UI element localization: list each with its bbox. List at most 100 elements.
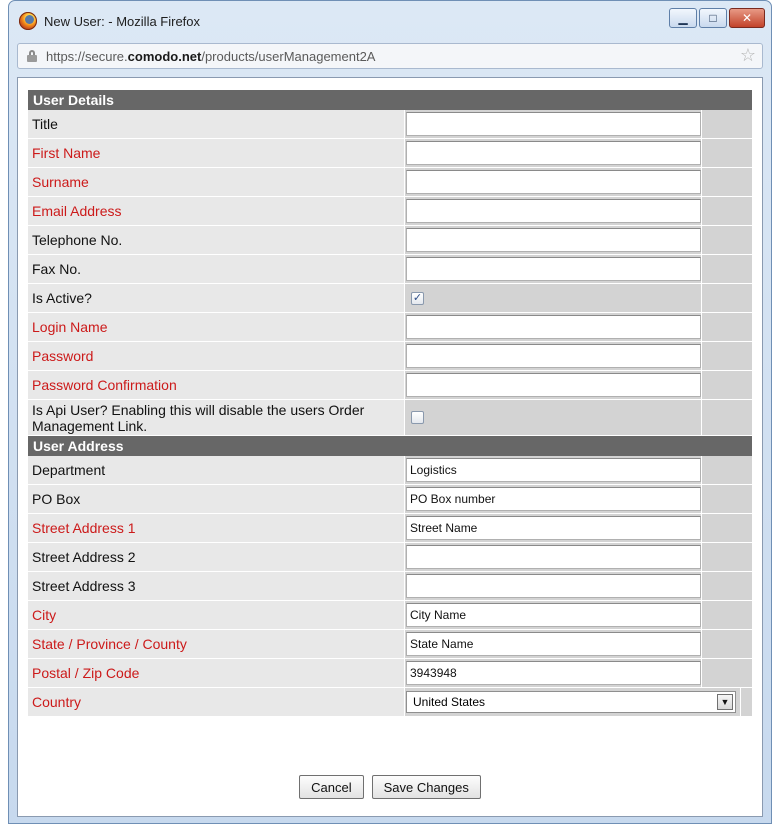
lock-icon — [27, 50, 37, 62]
user-address-rows: Department Logistics PO Box PO Box number St… — [28, 456, 752, 717]
field-label-street-address-3: Street Address 3 — [28, 572, 405, 600]
street-address-2-input[interactable] — [406, 545, 701, 569]
form-row: Login Name — [28, 313, 752, 342]
field-control-cell: PO Box number — [405, 485, 701, 513]
city-input[interactable]: City Name — [406, 603, 701, 627]
field-control-cell: 3943948 — [405, 659, 701, 687]
form-row: City City Name — [28, 601, 752, 630]
field-label-password: Password — [28, 342, 405, 370]
bookmark-star-icon[interactable]: ☆ — [740, 45, 756, 66]
is-active-checkbox[interactable]: ✓ — [411, 291, 424, 305]
url-prefix: https://secure. — [46, 49, 128, 64]
field-control-cell — [405, 168, 701, 196]
page-content: User Details Title First Name Surname Email… — [17, 77, 763, 817]
form-row: PO Box PO Box number — [28, 485, 752, 514]
telephone-no-input[interactable] — [406, 228, 701, 252]
section-header-user-details: User Details — [28, 90, 752, 110]
field-label-street-address-1: Street Address 1 — [28, 514, 405, 542]
row-filler — [701, 572, 752, 600]
email-address-input[interactable] — [406, 199, 701, 223]
maximize-button[interactable]: □ — [699, 8, 727, 28]
firefox-logo-icon — [19, 12, 37, 30]
field-control-cell — [405, 342, 701, 370]
field-label-first-name: First Name — [28, 139, 405, 167]
form-row: Title — [28, 110, 752, 139]
window-title: New User: - Mozilla Firefox — [44, 14, 201, 29]
row-filler — [701, 601, 752, 629]
country-select[interactable]: United States ▼ — [406, 691, 736, 713]
row-filler — [701, 371, 752, 399]
field-control-cell — [405, 313, 701, 341]
row-filler — [701, 110, 752, 138]
form-row: State / Province / County State Name — [28, 630, 752, 659]
row-filler — [701, 197, 752, 225]
row-filler — [701, 514, 752, 542]
department-input[interactable]: Logistics — [406, 458, 701, 482]
password-confirmation-input[interactable] — [406, 373, 701, 397]
section-header-user-address: User Address — [28, 436, 752, 456]
row-filler — [701, 313, 752, 341]
field-label-fax-no: Fax No. — [28, 255, 405, 283]
form-row: Street Address 1 Street Name — [28, 514, 752, 543]
minimize-button[interactable]: ▁ — [669, 8, 697, 28]
country-select-value: United States — [413, 695, 486, 709]
cancel-button[interactable]: Cancel — [299, 775, 364, 799]
form-buttons: Cancel Save Changes — [18, 775, 762, 799]
field-control-cell: Logistics — [405, 456, 701, 484]
field-label-password-confirmation: Password Confirmation — [28, 371, 405, 399]
postal-zip-code-input[interactable]: 3943948 — [406, 661, 701, 685]
login-name-input[interactable] — [406, 315, 701, 339]
row-filler — [701, 456, 752, 484]
row-filler — [701, 226, 752, 254]
field-label-login-name: Login Name — [28, 313, 405, 341]
browser-window: New User: - Mozilla Firefox ▁ □ ✕ https:… — [8, 0, 772, 824]
row-filler — [701, 284, 752, 312]
field-control-cell: Street Name — [405, 514, 701, 542]
field-control-cell — [405, 543, 701, 571]
street-address-1-input[interactable]: Street Name — [406, 516, 701, 540]
is-api-user-enabling-this-will-disable-t-checkbox[interactable] — [411, 411, 424, 424]
row-filler — [701, 659, 752, 687]
field-label-po-box: PO Box — [28, 485, 405, 513]
field-label-is-api-user-enabling-this-will-disable-t: Is Api User? Enabling this will disable … — [28, 400, 405, 435]
field-control-cell — [405, 371, 701, 399]
window-controls: ▁ □ ✕ — [669, 8, 765, 28]
field-control-cell — [405, 197, 701, 225]
url-text[interactable]: https://secure.comodo.net/products/userM… — [46, 49, 375, 64]
title-input[interactable] — [406, 112, 701, 136]
fax-no-input[interactable] — [406, 257, 701, 281]
form-row: Department Logistics — [28, 456, 752, 485]
form-row: Password Confirmation — [28, 371, 752, 400]
surname-input[interactable] — [406, 170, 701, 194]
field-label-surname: Surname — [28, 168, 405, 196]
field-label-email-address: Email Address — [28, 197, 405, 225]
password-input[interactable] — [406, 344, 701, 368]
row-filler — [701, 630, 752, 658]
close-button[interactable]: ✕ — [729, 8, 765, 28]
title-bar[interactable]: New User: - Mozilla Firefox ▁ □ ✕ — [9, 1, 771, 43]
row-filler — [701, 485, 752, 513]
state-province-county-input[interactable]: State Name — [406, 632, 701, 656]
form-row: Is Active? ✓ — [28, 284, 752, 313]
dropdown-arrow-icon[interactable]: ▼ — [717, 694, 733, 710]
first-name-input[interactable] — [406, 141, 701, 165]
street-address-3-input[interactable] — [406, 574, 701, 598]
address-bar[interactable]: https://secure.comodo.net/products/userM… — [17, 43, 763, 69]
field-label-telephone-no: Telephone No. — [28, 226, 405, 254]
form-row: Email Address — [28, 197, 752, 226]
field-control-cell: State Name — [405, 630, 701, 658]
field-control-cell — [405, 226, 701, 254]
save-changes-button[interactable]: Save Changes — [371, 775, 481, 799]
user-details-rows: Title First Name Surname Email Address Telep… — [28, 110, 752, 436]
form-row: Fax No. — [28, 255, 752, 284]
row-filler — [701, 342, 752, 370]
field-label-state-province-county: State / Province / County — [28, 630, 405, 658]
form-row: Surname — [28, 168, 752, 197]
form-row: Street Address 3 — [28, 572, 752, 601]
field-label-postal-zip-code: Postal / Zip Code — [28, 659, 405, 687]
field-control-cell: ✓ — [405, 284, 701, 312]
field-control-cell — [405, 139, 701, 167]
po-box-input[interactable]: PO Box number — [406, 487, 701, 511]
field-label-title: Title — [28, 110, 405, 138]
row-filler — [701, 400, 752, 435]
